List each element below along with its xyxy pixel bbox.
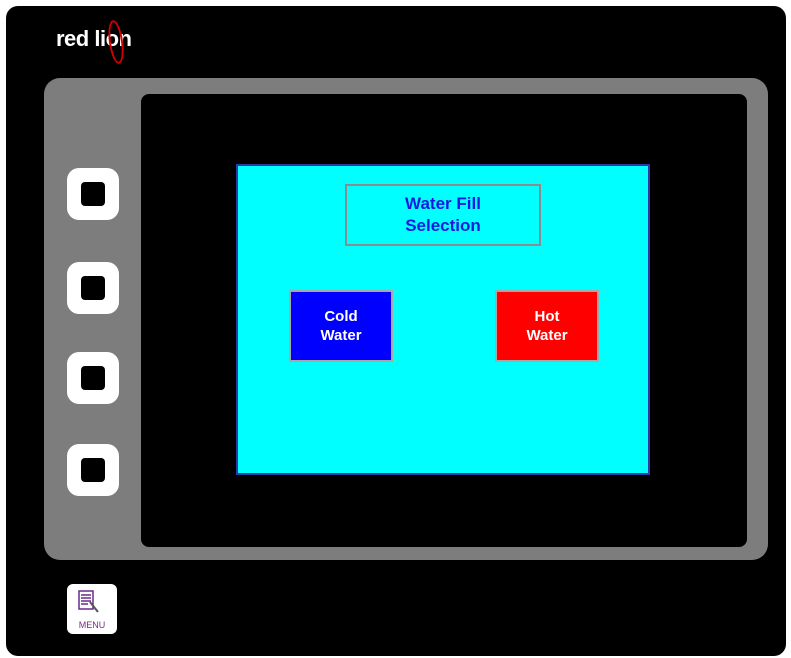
cold-water-label: Cold Water — [320, 308, 362, 344]
hot-water-label: Hot Water — [526, 308, 568, 344]
screen-title: Water Fill Selection — [345, 184, 541, 246]
square-key-icon — [81, 366, 105, 390]
screen-title-text: Water Fill Selection — [405, 194, 481, 235]
menu-button[interactable]: MENU — [67, 584, 117, 634]
square-key-icon — [81, 276, 105, 300]
menu-icon — [78, 590, 99, 613]
softkey-3[interactable] — [67, 352, 119, 404]
softkey-2[interactable] — [67, 262, 119, 314]
square-key-icon — [81, 182, 105, 206]
red-lion-logo: red lion — [56, 19, 132, 65]
softkey-1[interactable] — [67, 168, 119, 220]
menu-label: MENU — [78, 620, 106, 630]
softkey-4[interactable] — [67, 444, 119, 496]
hot-water-button[interactable]: Hot Water — [495, 290, 599, 362]
square-key-icon — [81, 458, 105, 482]
cold-water-button[interactable]: Cold Water — [289, 290, 393, 362]
